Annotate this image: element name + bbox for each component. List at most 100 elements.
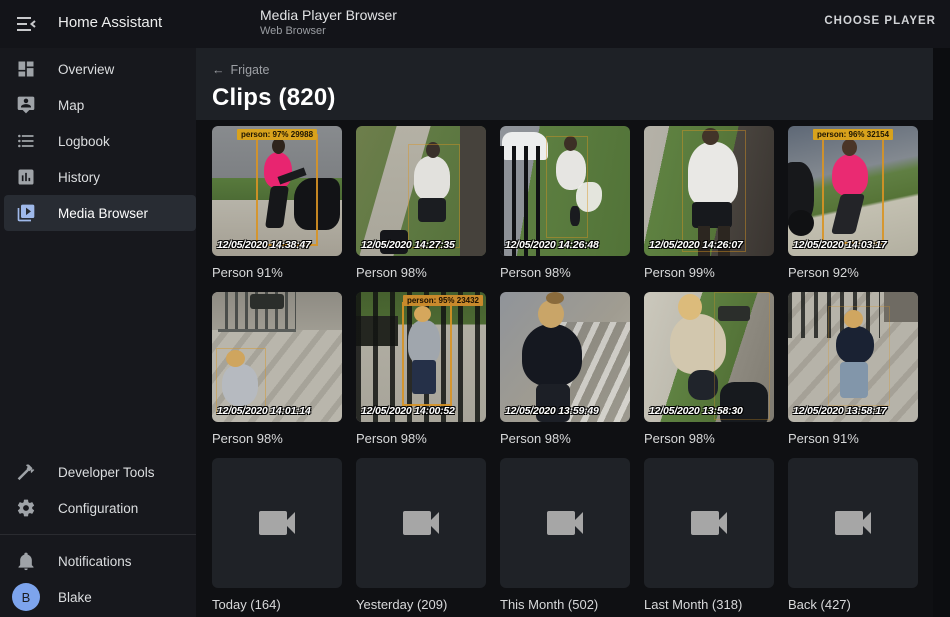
format-list-bulleted-icon: [16, 131, 36, 151]
page-subtitle: Web Browser: [260, 25, 397, 37]
folder-label: Today (164): [212, 597, 342, 612]
clip-item[interactable]: 12/05/2020 14:26:07 Person 99%: [644, 126, 774, 280]
sidebar-item-map[interactable]: Map: [0, 87, 196, 123]
view-dashboard-icon: [16, 59, 36, 79]
clip-item[interactable]: 12/05/2020 14:26:48 Person 98%: [500, 126, 630, 280]
user-name: Blake: [58, 590, 92, 605]
back-arrow-icon: ←: [212, 63, 225, 77]
sidebar-item-label: Map: [58, 98, 84, 113]
clip-item[interactable]: 12/05/2020 14:27:35 Person 98%: [356, 126, 486, 280]
clip-thumbnail: person: 95% 23432 12/05/2020 14:00:52: [356, 292, 486, 422]
breadcrumb[interactable]: ← Frigate: [212, 63, 269, 77]
clip-timestamp: 12/05/2020 14:38:47: [217, 239, 311, 251]
folder-item-today[interactable]: Today (164): [212, 458, 342, 612]
sidebar-item-label: Notifications: [58, 554, 132, 569]
folder-thumbnail: [644, 458, 774, 588]
app-title: Home Assistant: [58, 14, 162, 31]
folder-item-yesterday[interactable]: Yesterday (209): [356, 458, 486, 612]
clip-caption: Person 91%: [212, 265, 342, 280]
folder-item-last-month[interactable]: Last Month (318): [644, 458, 774, 612]
sidebar-item-label: Logbook: [58, 134, 110, 149]
sidebar-item-label: Media Browser: [58, 206, 148, 221]
clip-timestamp: 12/05/2020 13:59:49: [505, 405, 599, 417]
chart-box-icon: [16, 167, 36, 187]
thumbnail-art-layer: [546, 292, 564, 304]
clip-thumbnail: 12/05/2020 14:26:48: [500, 126, 630, 256]
sidebar-item-notifications[interactable]: Notifications: [0, 543, 196, 579]
sidebar-user-profile[interactable]: B Blake: [0, 579, 196, 615]
play-box-multiple-icon: [16, 203, 36, 223]
folder-item-back[interactable]: Back (427): [788, 458, 918, 612]
clip-item[interactable]: 12/05/2020 13:58:17 Person 91%: [788, 292, 918, 446]
sidebar-item-label: Developer Tools: [58, 465, 155, 480]
clip-thumbnail: 12/05/2020 14:01:14: [212, 292, 342, 422]
clip-item[interactable]: 12/05/2020 13:58:30 Person 98%: [644, 292, 774, 446]
clip-item[interactable]: 12/05/2020 14:01:14 Person 98%: [212, 292, 342, 446]
clip-thumbnail: person: 96% 32154 12/05/2020 14:03:17: [788, 126, 918, 256]
clip-timestamp: 12/05/2020 14:26:07: [649, 239, 743, 251]
avatar: B: [12, 583, 40, 611]
detection-bbox: [402, 302, 452, 406]
folder-label: Yesterday (209): [356, 597, 486, 612]
clip-caption: Person 99%: [644, 265, 774, 280]
folder-thumbnail: [788, 458, 918, 588]
clip-caption: Person 98%: [644, 431, 774, 446]
detection-label: person: 95% 23432: [403, 295, 483, 306]
thumbnail-art-layer: [678, 294, 702, 320]
clip-caption: Person 98%: [356, 431, 486, 446]
clip-thumbnail: 12/05/2020 14:26:07: [644, 126, 774, 256]
detection-bbox: [408, 144, 460, 248]
video-camera-icon: [541, 499, 589, 547]
clip-timestamp: 12/05/2020 14:01:14: [217, 405, 311, 417]
thumbnail-art-layer: [522, 324, 582, 386]
sidebar-item-media-browser[interactable]: Media Browser: [4, 195, 196, 231]
hammer-icon: [16, 462, 36, 482]
sidebar-toggle-icon[interactable]: [14, 12, 38, 36]
clip-thumbnail: person: 97% 29988 12/05/2020 14:38:47: [212, 126, 342, 256]
detection-bbox: [822, 138, 884, 244]
detection-bbox: [828, 306, 890, 406]
clip-timestamp: 12/05/2020 14:00:52: [361, 405, 455, 417]
media-browser-header: ←Frigate Clips (820): [196, 48, 933, 120]
clip-thumbnail: 12/05/2020 13:58:17: [788, 292, 918, 422]
gear-icon: [16, 498, 36, 518]
sidebar-item-developer-tools[interactable]: Developer Tools: [0, 454, 196, 490]
scrollbar-track[interactable]: [933, 48, 950, 617]
clip-timestamp: 12/05/2020 14:03:17: [793, 239, 887, 251]
sidebar-item-configuration[interactable]: Configuration: [0, 490, 196, 526]
sidebar-item-logbook[interactable]: Logbook: [0, 123, 196, 159]
clip-thumbnail: 12/05/2020 14:27:35: [356, 126, 486, 256]
clip-timestamp: 12/05/2020 14:26:48: [505, 239, 599, 251]
breadcrumb-label: Frigate: [231, 63, 270, 77]
detection-bbox: [546, 136, 588, 238]
clip-timestamp: 12/05/2020 13:58:30: [649, 405, 743, 417]
thumbnail-art-layer: [460, 126, 486, 256]
sidebar-item-overview[interactable]: Overview: [0, 51, 196, 87]
top-app-bar: Home Assistant Media Player Browser Web …: [0, 0, 950, 48]
clip-item[interactable]: person: 96% 32154 12/05/2020 14:03:17 Pe…: [788, 126, 918, 280]
page-title: Media Player Browser: [260, 7, 397, 23]
sidebar-item-label: Overview: [58, 62, 114, 77]
clip-timestamp: 12/05/2020 13:58:17: [793, 405, 887, 417]
folder-label: Back (427): [788, 597, 918, 612]
detection-bbox: [256, 134, 318, 246]
thumbnail-art-layer: [250, 294, 284, 309]
choose-player-button[interactable]: CHOOSE PLAYER: [824, 15, 936, 27]
sidebar-item-label: History: [58, 170, 100, 185]
thumbnail-art-layer: [538, 300, 564, 328]
folder-thumbnail: [356, 458, 486, 588]
tooltip-account-icon: [16, 95, 36, 115]
sidebar-item-label: Configuration: [58, 501, 138, 516]
clip-item[interactable]: person: 97% 29988 12/05/2020 14:38:47 Pe…: [212, 126, 342, 280]
detection-bbox: [714, 292, 770, 420]
sidebar-item-history[interactable]: History: [0, 159, 196, 195]
clip-item[interactable]: person: 95% 23432 12/05/2020 14:00:52 Pe…: [356, 292, 486, 446]
clip-caption: Person 92%: [788, 265, 918, 280]
folder-label: This Month (502): [500, 597, 630, 612]
folder-item-this-month[interactable]: This Month (502): [500, 458, 630, 612]
clip-caption: Person 98%: [500, 431, 630, 446]
clip-item[interactable]: 12/05/2020 13:59:49 Person 98%: [500, 292, 630, 446]
clip-thumbnail: 12/05/2020 13:58:30: [644, 292, 774, 422]
sidebar: Overview Map Logbook History Media Brows…: [0, 48, 196, 617]
video-camera-icon: [397, 499, 445, 547]
